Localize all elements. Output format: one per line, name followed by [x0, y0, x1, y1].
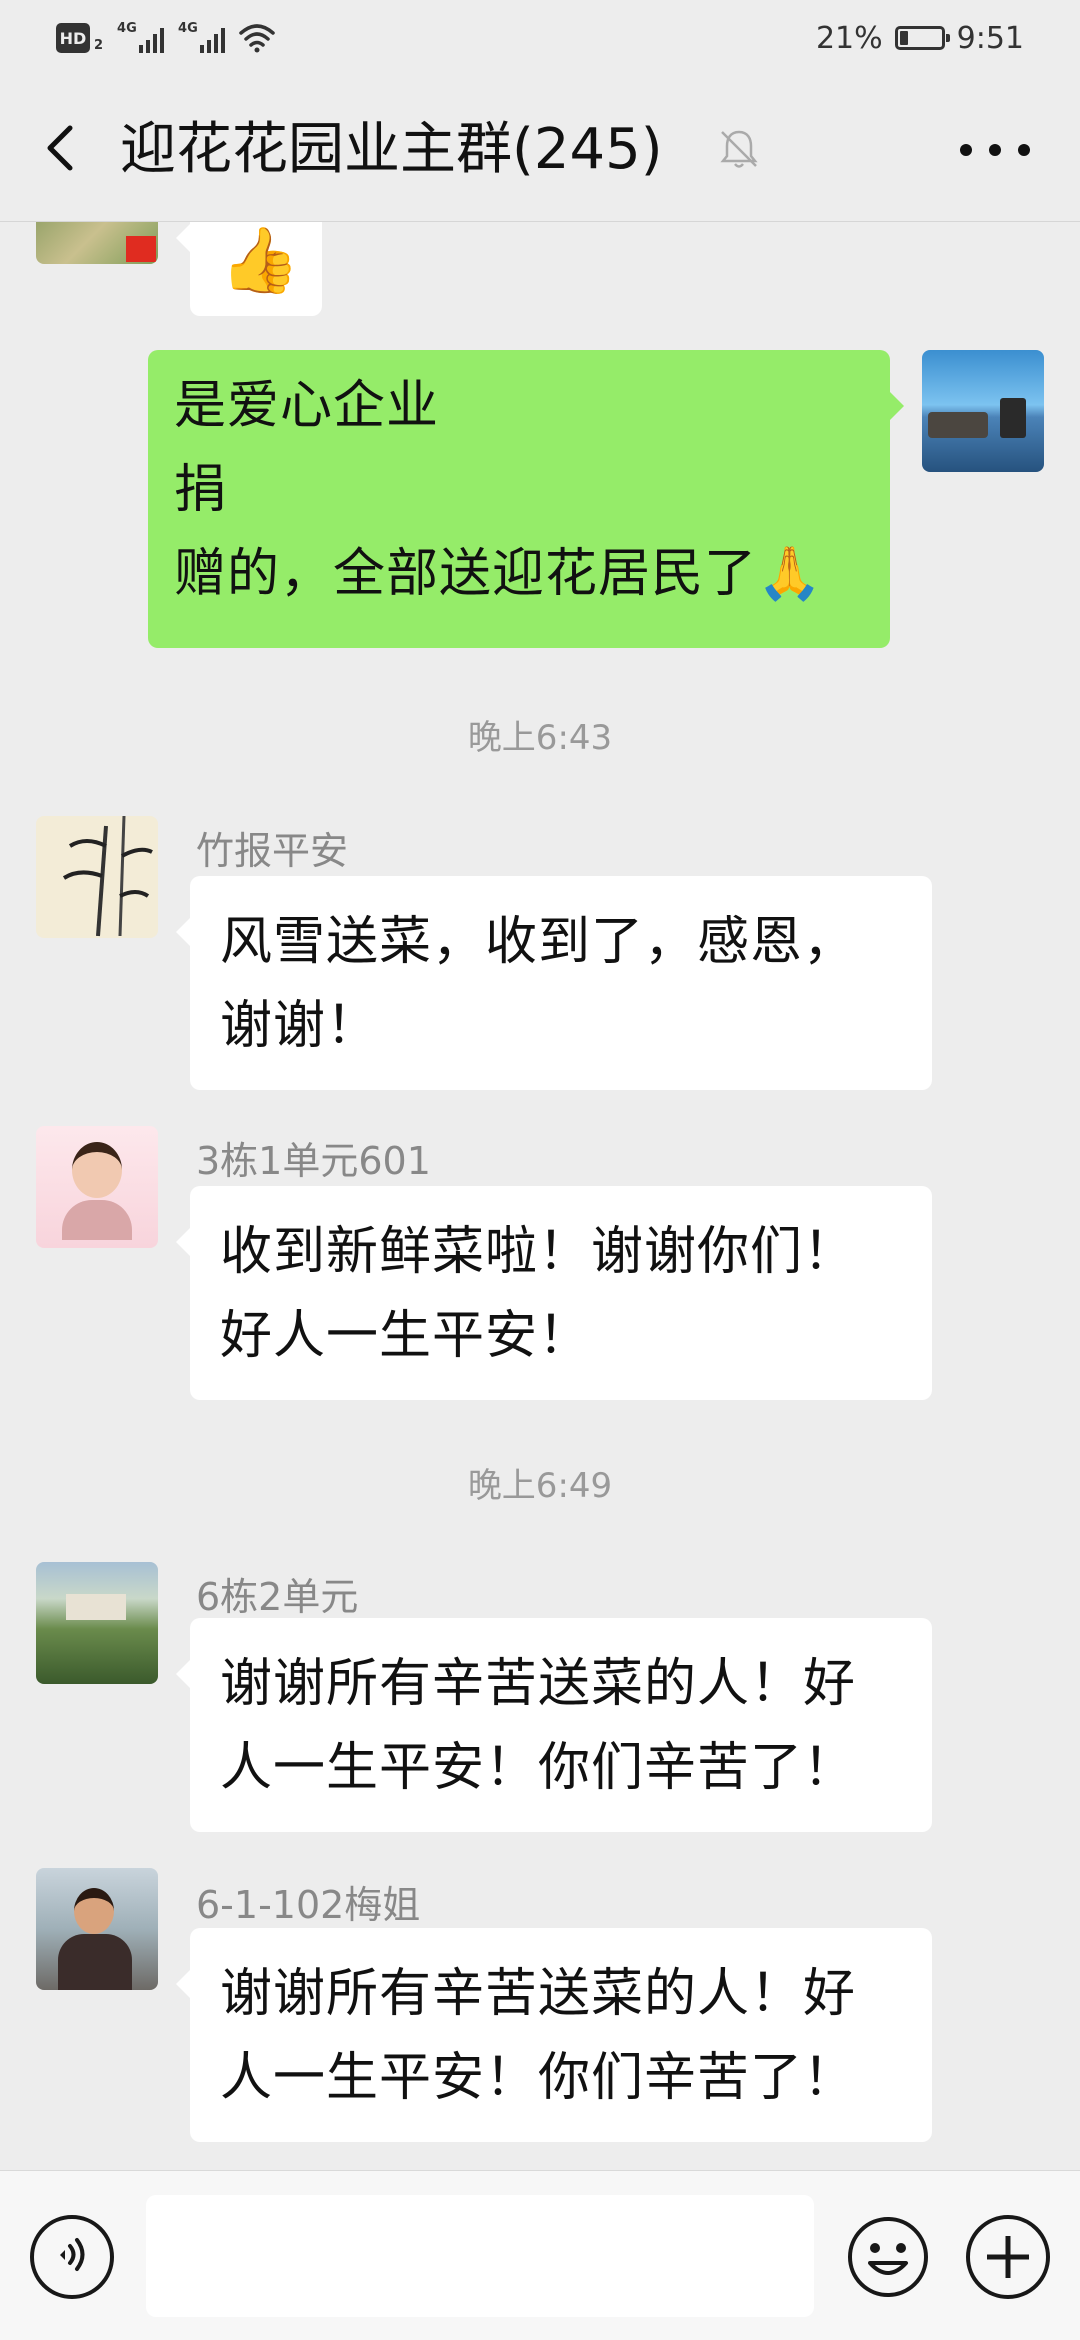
- muted-bell-icon: [720, 130, 758, 168]
- avatar[interactable]: [36, 1126, 158, 1248]
- message-text: 风雪送菜，收到了，感恩， 谢谢！: [220, 912, 857, 1056]
- avatar-face: [72, 1142, 122, 1198]
- message-bubble[interactable]: 风雪送菜，收到了，感恩， 谢谢！: [176, 876, 932, 1090]
- voice-waves-icon: [60, 2238, 85, 2271]
- avatar-self[interactable]: [922, 350, 1044, 472]
- message-list[interactable]: 👍 是爱心企业 捐 赠的，全部送迎花居民了🙏 晚上6:43 竹报平安 风雪送菜，…: [0, 222, 1080, 2170]
- sender-name: 6栋2单元: [196, 1575, 359, 1619]
- avatar-detail: [1000, 398, 1026, 438]
- input-bar: [0, 2170, 1080, 2340]
- more-icon[interactable]: [960, 130, 1030, 170]
- avatar-detail: [66, 1594, 126, 1620]
- clock: 9:51: [956, 20, 1024, 56]
- bamboo-painting-icon: [62, 816, 153, 937]
- avatar-body: [58, 1934, 132, 1990]
- plus-icon[interactable]: [966, 2215, 1050, 2299]
- avatar[interactable]: [36, 222, 158, 264]
- avatar-detail: [928, 412, 988, 438]
- message-bubble[interactable]: 谢谢所有辛苦送菜的人！好 人一生平安！你们辛苦了！: [176, 1618, 932, 1832]
- wifi-icon: [239, 24, 275, 53]
- sender-name: 3栋1单元601: [196, 1139, 431, 1183]
- sender-name: 6-1-102梅姐: [196, 1883, 421, 1927]
- message-bubble[interactable]: 谢谢所有辛苦送菜的人！好 人一生平安！你们辛苦了！: [176, 1928, 932, 2142]
- timestamp: 晚上6:49: [467, 1466, 613, 1506]
- message-text: 谢谢所有辛苦送菜的人！好 人一生平安！你们辛苦了！: [220, 1964, 857, 2108]
- emoji-icon[interactable]: [846, 2215, 930, 2299]
- back-arrow-icon[interactable]: [36, 118, 86, 178]
- chat-header: 迎花花园业主群(245): [0, 76, 1080, 222]
- signal-icon: 4G: [178, 21, 226, 53]
- status-right: 21% 9:51: [816, 18, 1024, 58]
- message-input[interactable]: [146, 2195, 814, 2317]
- chat-title: 迎花花园业主群(245): [120, 117, 663, 182]
- network-type: 4G: [178, 21, 198, 36]
- timestamp: 晚上6:43: [467, 718, 613, 758]
- message-text: 是爱心企业 捐 赠的，全部送迎花居民了🙏: [174, 376, 823, 604]
- battery-percent: 21%: [815, 20, 883, 56]
- thumbs-up-icon: 👍: [220, 224, 300, 298]
- message-text: 谢谢所有辛苦送菜的人！好 人一生平安！你们辛苦了！: [220, 1654, 857, 1798]
- battery-icon: [894, 26, 950, 50]
- avatar[interactable]: [36, 1562, 158, 1684]
- network-type: 4G: [117, 21, 137, 36]
- signal-icon: 4G: [117, 21, 165, 53]
- status-left: HD 2 4G 4G: [56, 18, 275, 58]
- sticker-bubble[interactable]: 👍: [176, 222, 322, 316]
- avatar-face: [74, 1888, 114, 1934]
- avatar[interactable]: [36, 816, 158, 938]
- message-bubble[interactable]: 收到新鲜菜啦！谢谢你们！ 好人一生平安！: [176, 1186, 932, 1400]
- message-text: 收到新鲜菜啦！谢谢你们！ 好人一生平安！: [220, 1222, 857, 1366]
- message-bubble-self[interactable]: 是爱心企业 捐 赠的，全部送迎花居民了🙏: [148, 350, 904, 648]
- battery-fill: [899, 31, 908, 45]
- hd-badge: HD: [56, 23, 90, 53]
- status-bar: HD 2 4G 4G 21% 9:51: [0, 0, 1080, 76]
- avatar-body: [62, 1200, 132, 1240]
- sender-name: 竹报平安: [196, 829, 349, 873]
- flag-icon: [126, 236, 156, 262]
- voice-icon[interactable]: [30, 2215, 114, 2299]
- avatar[interactable]: [36, 1868, 158, 1990]
- sim-index: 2: [94, 37, 104, 53]
- chat-screen: HD 2 4G 4G 21% 9:51 迎花花园业主群(245) 👍 是爱心企业…: [0, 0, 1080, 2340]
